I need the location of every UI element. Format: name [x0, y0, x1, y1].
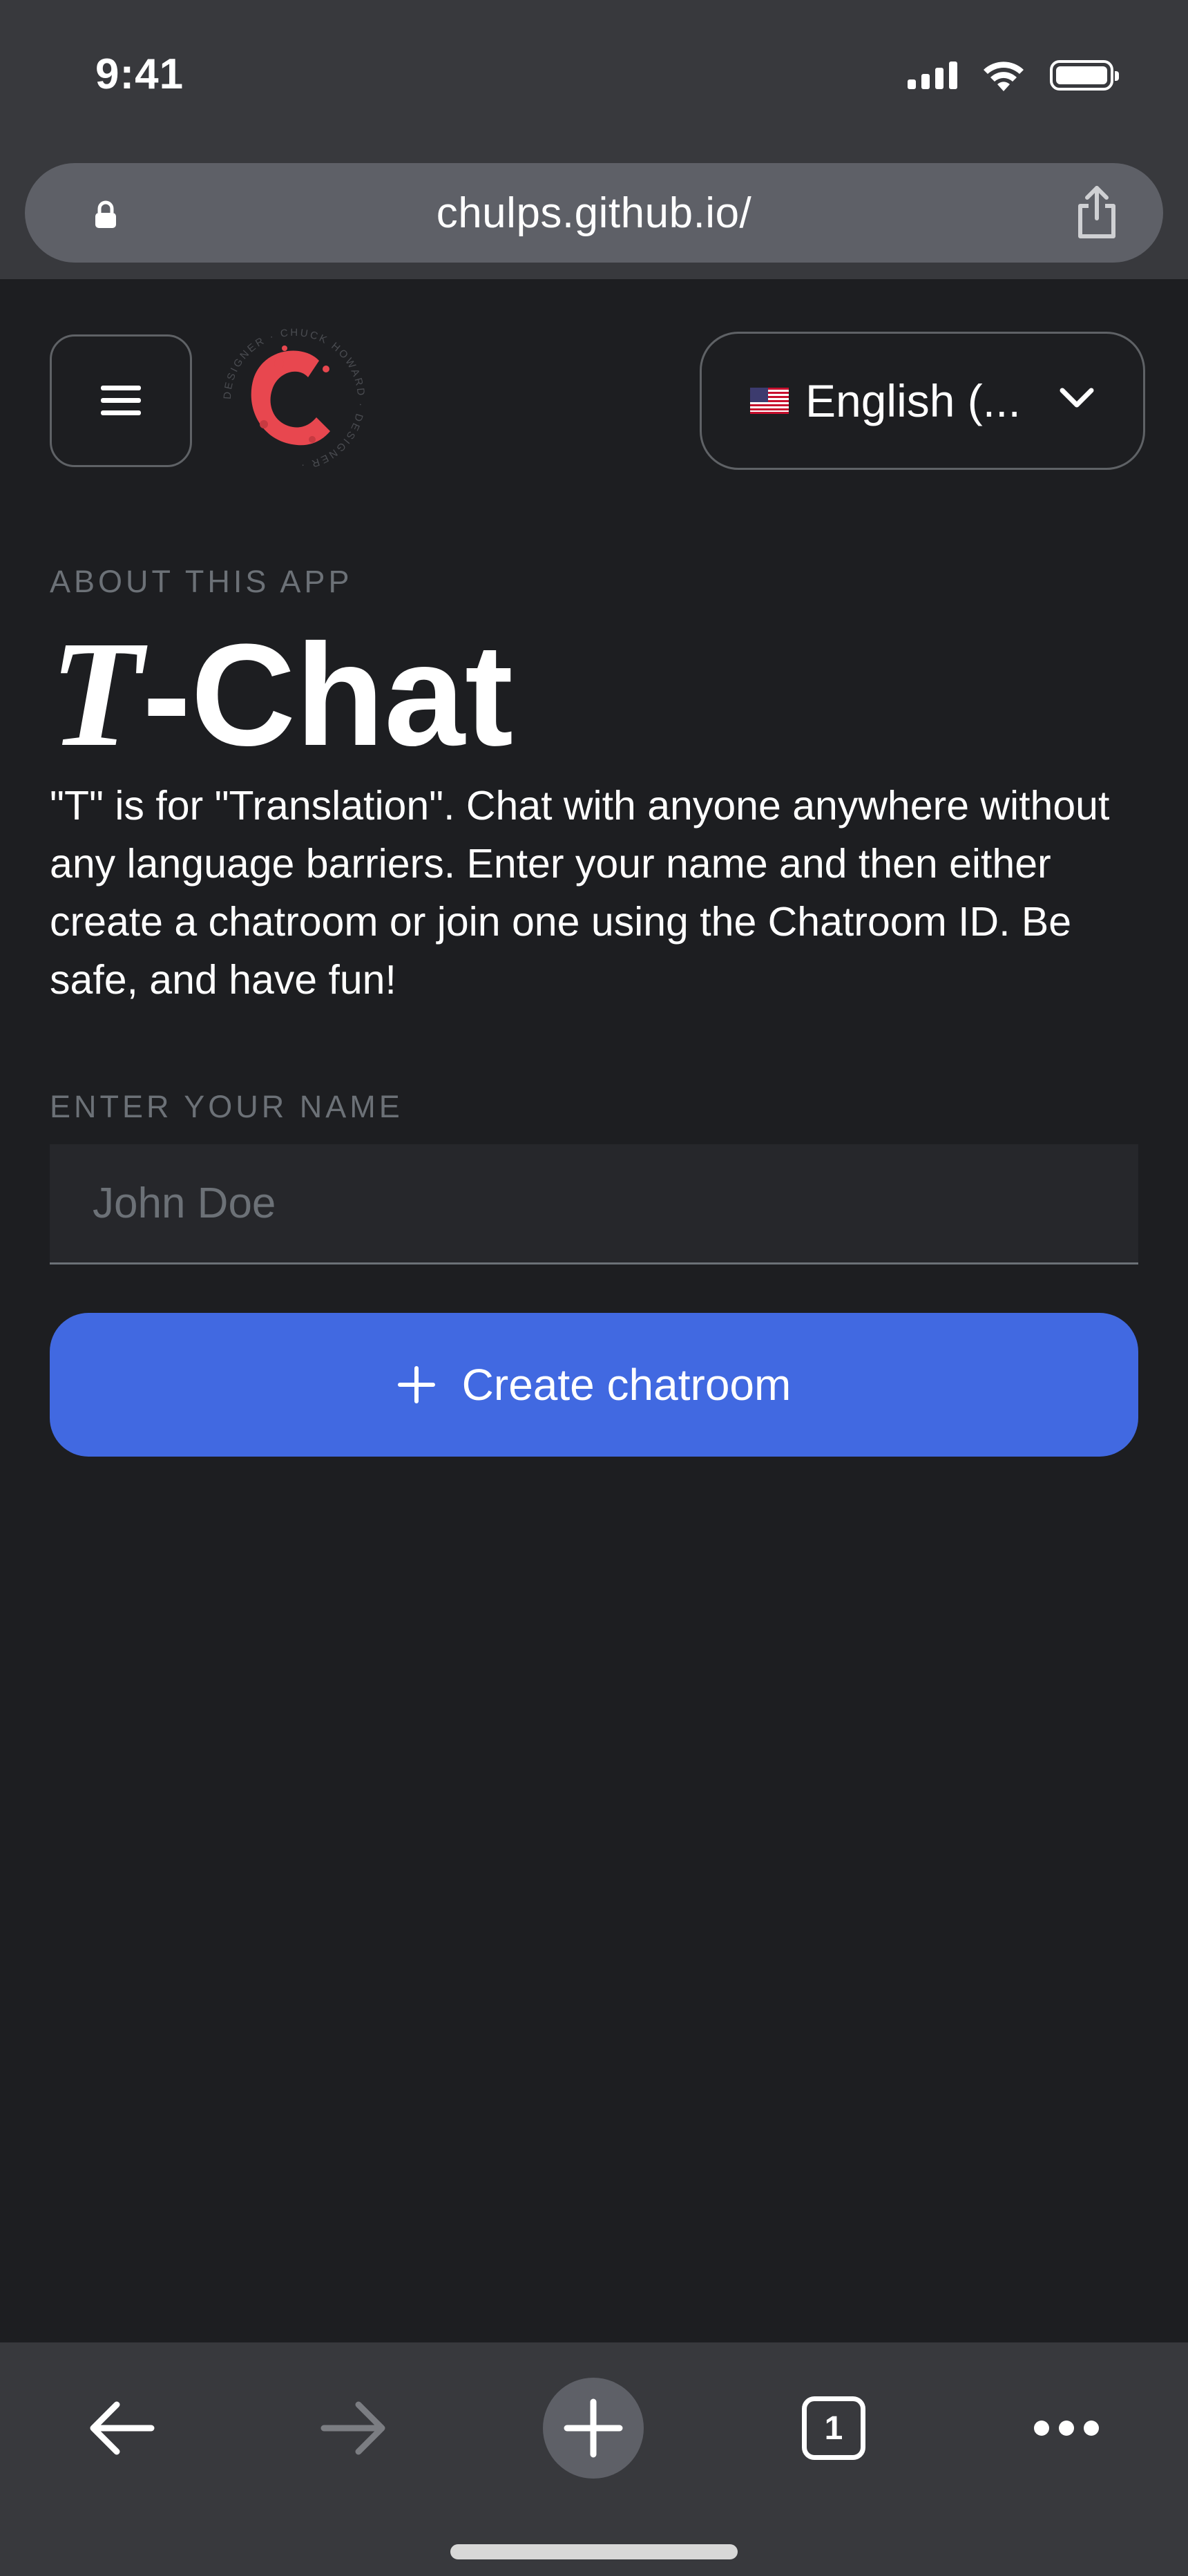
browser-toolbar: 1 — [0, 2342, 1188, 2576]
tab-count: 1 — [824, 2409, 843, 2447]
page-title: T-Chat — [50, 618, 513, 770]
hamburger-icon — [101, 386, 141, 415]
tabs-button[interactable]: 1 — [765, 2373, 903, 2483]
status-time: 9:41 — [95, 50, 184, 98]
create-chatroom-button[interactable]: Create chatroom — [50, 1313, 1138, 1457]
home-indicator[interactable] — [450, 2544, 738, 2559]
device-screen: 9:41 chulps.github.io/ DESIGNER · CHUCK … — [0, 0, 1188, 2576]
app-description: "T" is for "Translation". Chat with anyo… — [50, 783, 1110, 1003]
cellular-signal-icon — [908, 61, 957, 89]
status-icons — [908, 59, 1119, 91]
name-input[interactable] — [50, 1144, 1138, 1265]
about-eyebrow: ABOUT THIS APP — [50, 564, 353, 599]
plus-icon — [397, 1366, 435, 1403]
svg-text:DESIGNER · CHUCK HOWARD · DESI: DESIGNER · CHUCK HOWARD · DESIGNER · — [222, 327, 367, 472]
back-button[interactable] — [52, 2373, 191, 2483]
designer-logo[interactable]: DESIGNER · CHUCK HOWARD · DESIGNER · — [215, 321, 373, 478]
url-text: chulps.github.io/ — [436, 189, 752, 237]
share-icon[interactable] — [1075, 184, 1119, 240]
more-icon — [1034, 2421, 1099, 2436]
title-rest: -Chat — [142, 614, 513, 776]
create-chatroom-label: Create chatroom — [461, 1360, 792, 1410]
new-tab-button[interactable] — [524, 2373, 662, 2483]
tabs-icon: 1 — [802, 2396, 865, 2460]
forward-button[interactable] — [285, 2373, 423, 2483]
new-tab-icon — [564, 2398, 623, 2458]
page-content: DESIGNER · CHUCK HOWARD · DESIGNER · Eng… — [0, 279, 1188, 2342]
menu-button[interactable] — [50, 334, 192, 467]
browser-top-bar: 9:41 chulps.github.io/ — [0, 0, 1188, 279]
new-tab-circle — [543, 2378, 644, 2479]
wifi-icon — [984, 61, 1024, 91]
title-t: T — [50, 609, 143, 778]
language-label: English (... — [805, 375, 1021, 426]
lock-icon — [95, 200, 116, 228]
url-bar[interactable]: chulps.github.io/ — [25, 163, 1163, 263]
language-select[interactable]: English (... — [700, 332, 1145, 470]
logo-ring-text: DESIGNER · CHUCK HOWARD · DESIGNER · — [222, 327, 365, 472]
chevron-down-icon — [1060, 388, 1094, 408]
back-icon — [90, 2401, 155, 2455]
battery-icon — [1050, 60, 1119, 91]
more-button[interactable] — [997, 2373, 1136, 2483]
forward-icon — [320, 2401, 385, 2455]
name-label: ENTER YOUR NAME — [50, 1089, 403, 1124]
us-flag-icon — [750, 388, 789, 414]
